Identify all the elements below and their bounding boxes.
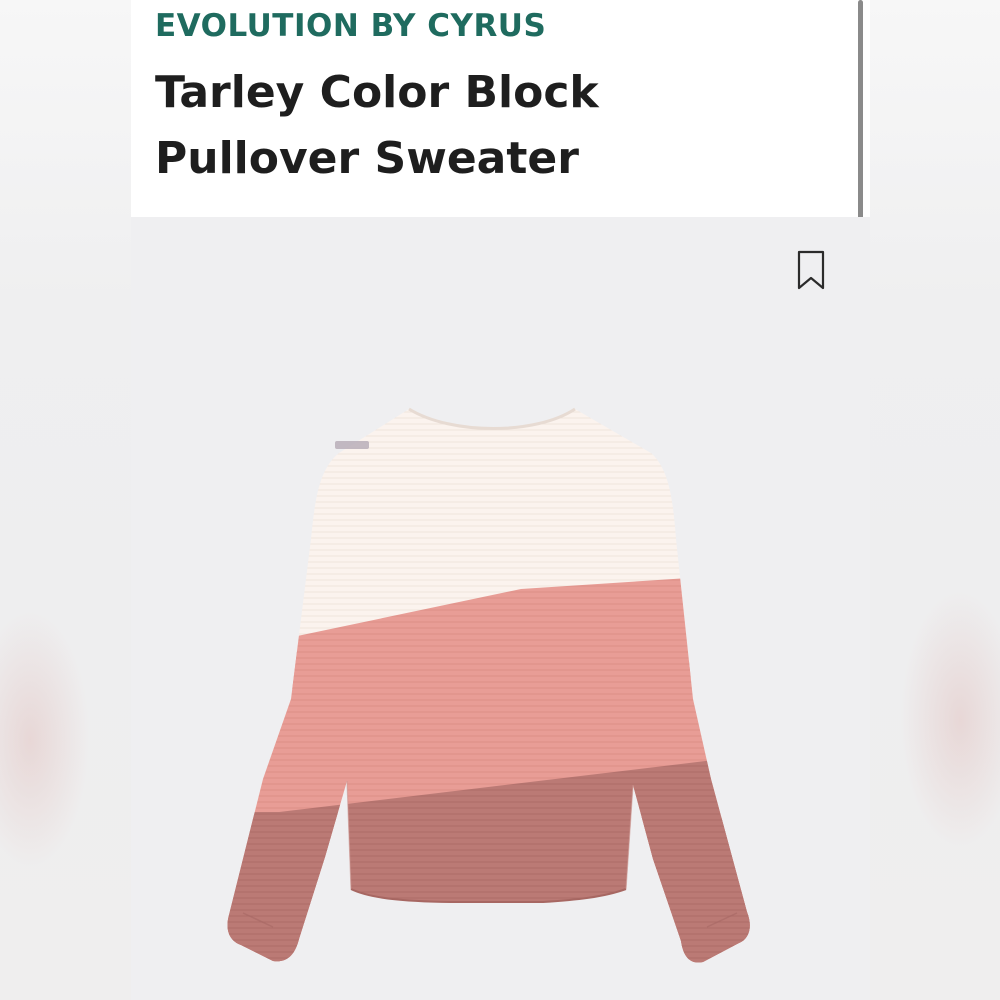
product-title: Tarley Color Block Pullover Sweater xyxy=(155,60,755,192)
product-title-line-1: Tarley Color Block xyxy=(155,67,599,118)
left-background-blur xyxy=(0,0,131,1000)
product-title-line-2: Pullover Sweater xyxy=(155,133,579,184)
product-image-area[interactable] xyxy=(131,217,870,1000)
right-background-blur xyxy=(870,0,1000,1000)
product-header: EVOLUTION BY CYRUS Tarley Color Block Pu… xyxy=(131,0,870,217)
sweater-product-image xyxy=(227,407,750,963)
product-brand[interactable]: EVOLUTION BY CYRUS xyxy=(155,8,546,44)
right-blur-glow xyxy=(900,590,1000,850)
scrollbar[interactable] xyxy=(858,0,863,220)
bookmark-icon[interactable] xyxy=(795,249,827,291)
left-blur-glow xyxy=(0,610,90,870)
